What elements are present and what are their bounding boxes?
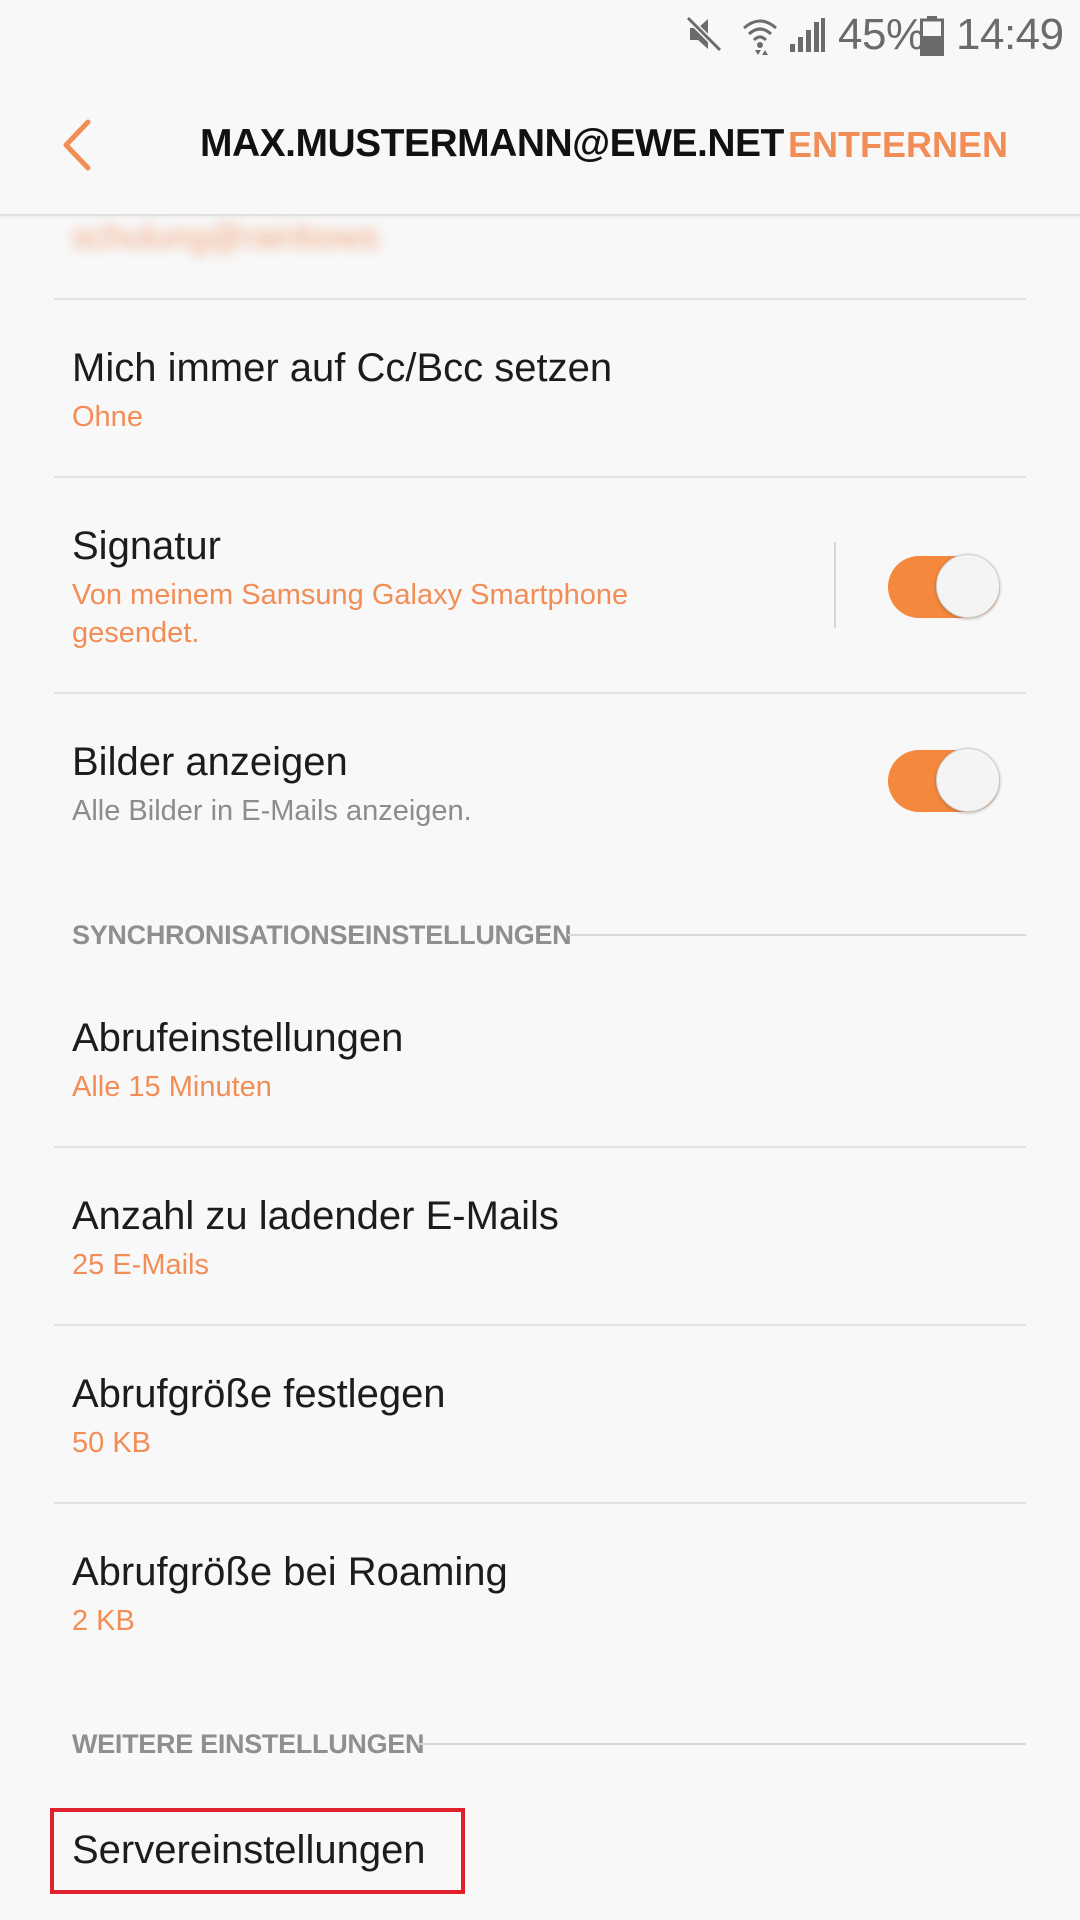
mute-icon xyxy=(685,15,723,53)
setting-signature[interactable]: Signatur Von meinem Samsung Galaxy Smart… xyxy=(0,478,1080,692)
signal-icon xyxy=(790,18,825,52)
status-bar: 45% 14:49 xyxy=(0,0,1080,74)
setting-emails-to-load[interactable]: Anzahl zu ladender E-Mails 25 E-Mails xyxy=(0,1148,1080,1324)
toggle-knob xyxy=(936,748,1000,812)
setting-title: Anzahl zu ladender E-Mails xyxy=(72,1194,559,1238)
setting-value: 2 KB xyxy=(72,1605,135,1637)
setting-title: Abrufgröße bei Roaming xyxy=(72,1550,508,1594)
signature-toggle[interactable] xyxy=(888,554,1000,618)
setting-fetch-schedule[interactable]: Abrufeinstellungen Alle 15 Minuten xyxy=(0,980,1080,1146)
setting-title: Bilder anzeigen xyxy=(72,740,348,784)
show-images-toggle[interactable] xyxy=(888,748,1000,812)
setting-fetch-size[interactable]: Abrufgröße festlegen 50 KB xyxy=(0,1326,1080,1502)
section-header-sync: SYNCHRONISATIONSEINSTELLUNGEN xyxy=(72,920,572,950)
highlight-box xyxy=(50,1808,465,1894)
page-title: MAX.MUSTERMANN@EWE.NET xyxy=(200,122,784,165)
clock: 14:49 xyxy=(956,10,1064,59)
setting-title: Abrufgröße festlegen xyxy=(72,1372,446,1416)
section-divider xyxy=(568,934,1026,936)
obscured-text: schulung@rainbows xyxy=(72,218,379,256)
setting-description: Alle Bilder in E-Mails anzeigen. xyxy=(72,795,472,827)
vertical-separator xyxy=(834,542,836,628)
wifi-icon xyxy=(743,19,777,55)
battery-icon xyxy=(920,16,944,56)
section-header-more: WEITERE EINSTELLUNGEN xyxy=(72,1729,425,1759)
app-bar: MAX.MUSTERMANN@EWE.NET ENTFERNEN xyxy=(0,74,1080,216)
setting-value: Ohne xyxy=(72,401,143,433)
setting-title: Mich immer auf Cc/Bcc setzen xyxy=(72,346,613,390)
setting-value: 50 KB xyxy=(72,1427,151,1459)
setting-value: Alle 15 Minuten xyxy=(72,1071,272,1103)
setting-always-cc-bcc[interactable]: Mich immer auf Cc/Bcc setzen Ohne xyxy=(0,300,1080,476)
section-divider xyxy=(418,1743,1026,1745)
toggle-knob xyxy=(936,554,1000,618)
setting-value: 25 E-Mails xyxy=(72,1249,209,1281)
setting-title: Abrufeinstellungen xyxy=(72,1016,404,1060)
back-button[interactable] xyxy=(52,112,118,178)
remove-account-button[interactable]: ENTFERNEN xyxy=(788,124,1008,166)
battery-percent: 45% xyxy=(838,10,925,59)
setting-show-images[interactable]: Bilder anzeigen Alle Bilder in E-Mails a… xyxy=(0,694,1080,874)
setting-roaming-fetch-size[interactable]: Abrufgröße bei Roaming 2 KB xyxy=(0,1504,1080,1684)
setting-title: Signatur xyxy=(72,524,221,568)
setting-value: Von meinem Samsung Galaxy Smartphone ges… xyxy=(72,579,629,649)
chevron-left-icon xyxy=(63,119,91,171)
